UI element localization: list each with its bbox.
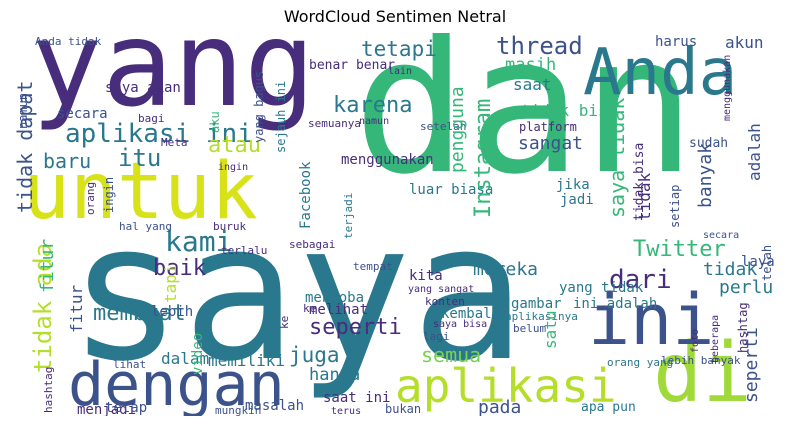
word-tetapi: tetapi [361, 37, 437, 61]
word-aplikasinya-2: hashtag [736, 302, 750, 353]
word-masalah: lebih [151, 304, 194, 320]
word-saya-akan: namun [16, 92, 30, 129]
word-karena: karena [333, 93, 413, 118]
word-gambar: lagi [423, 330, 450, 343]
word-baru: baru [43, 149, 92, 173]
word-dalam: hanya [309, 365, 361, 385]
word-tidak-v: tidak [635, 172, 654, 221]
word-terlalu: terjadi [342, 192, 355, 239]
word-anda: Anda [583, 36, 738, 110]
word-secara: Anda tidak [35, 35, 102, 48]
word-tidak-bisa: tidak bisa [521, 101, 618, 120]
word-menjadi: tetap [105, 400, 148, 416]
word-hal-yang: tempat [353, 260, 393, 273]
word-belum: lihat [113, 358, 147, 371]
word-juga: seperti [309, 315, 402, 340]
word-buruk: sebagai [289, 238, 336, 251]
word-twitter: Twitter [633, 237, 726, 262]
word-memiliki: fitur [67, 284, 86, 333]
word-akun: akun [725, 33, 764, 52]
word-hanya: juga [289, 343, 340, 367]
word-sebagai: yang sangat [408, 284, 475, 295]
word-ingin: buruk [213, 220, 247, 233]
word-saat: saat [513, 75, 552, 94]
word-setelah: platform [519, 120, 577, 134]
word-saja: Facebook [298, 161, 314, 229]
word-layar: yang tidak [559, 280, 644, 296]
word-orang: orang [84, 181, 97, 215]
word-yang-sangat: terus [331, 406, 362, 417]
word-pengguna: yang bagus [252, 70, 266, 143]
word-pada: semua [421, 343, 482, 367]
word-ke: gambar [511, 296, 562, 312]
word-akan: pengguna [447, 86, 468, 173]
word-mungkin: bukan [385, 402, 422, 416]
word-hashtag: beberapa [710, 314, 721, 363]
word-sejauh-ini: setiap [668, 184, 682, 228]
word-membuat: pada [478, 397, 522, 417]
word-luar-biasa: ini adalah [573, 296, 658, 312]
word-saat-ini: memiliki [208, 351, 286, 370]
word-sangat: sangat [518, 133, 584, 154]
word-masih: masih [505, 55, 557, 75]
word-beberapa: hal yang [119, 220, 172, 233]
word-jadi: kita [409, 268, 443, 284]
word-cloud: yang dan saya Anda untuk dengan aplikasi… [13, 33, 776, 416]
word-telah: jadi [560, 192, 594, 208]
word-video: ke [278, 315, 291, 329]
word-facebook: bagi [138, 112, 165, 125]
word-meta: secara [57, 106, 108, 122]
word-lagi: lebih banyak [661, 354, 741, 367]
word-saya-tidak: saya tidak [605, 97, 629, 218]
word-ini-adalah: satu [541, 310, 560, 349]
word-aplikasinya: hashtag [42, 366, 55, 413]
word-lihat: foto [690, 328, 701, 353]
word-bukan: video [190, 332, 206, 375]
word-anda-tidak: namun [359, 116, 390, 127]
word-semuanya: saya akan [105, 80, 181, 96]
word-kembali: konten [425, 295, 465, 308]
word-bisa: melihat [309, 302, 369, 318]
word-yang-tidak: apa pun [581, 400, 636, 415]
word-postingan: sejauh ini [274, 80, 288, 153]
word-sudah: jika [556, 177, 590, 193]
word-orang-yang: ingin [102, 176, 116, 213]
word-perlu: perlu [719, 277, 774, 298]
word-mereka: mereka [473, 259, 539, 280]
word-satu: saat ini [323, 390, 391, 406]
word-melakukan: aku [208, 111, 222, 133]
word-lebih: fitur [37, 238, 58, 293]
word-terus: saya bisa [433, 319, 488, 330]
chart-title: WordCloud Sentimen Netral [283, 7, 507, 26]
word-yang-bagus: menggunakan [722, 54, 733, 121]
word-banyak: banyak [695, 142, 716, 208]
word-adalah: adalah [745, 123, 764, 181]
word-fitur: tapi [161, 264, 180, 303]
word-apa-yang: benar benar [309, 58, 396, 73]
word-bagi: semuanya [308, 117, 361, 130]
word-lebih-banyak: ingin [218, 162, 249, 173]
word-foto: terlalu [221, 244, 268, 257]
word-instagram: Instagram [471, 98, 496, 218]
word-tetap: mungkin [215, 404, 262, 416]
word-itu: itu [118, 144, 162, 172]
word-sekarang: Meta [161, 136, 188, 149]
word-menggunakan: telah [760, 244, 774, 281]
word-aku: menggunakan [341, 152, 434, 168]
word-harus: harus [655, 34, 698, 50]
word-benar-benar: secara [703, 230, 740, 241]
